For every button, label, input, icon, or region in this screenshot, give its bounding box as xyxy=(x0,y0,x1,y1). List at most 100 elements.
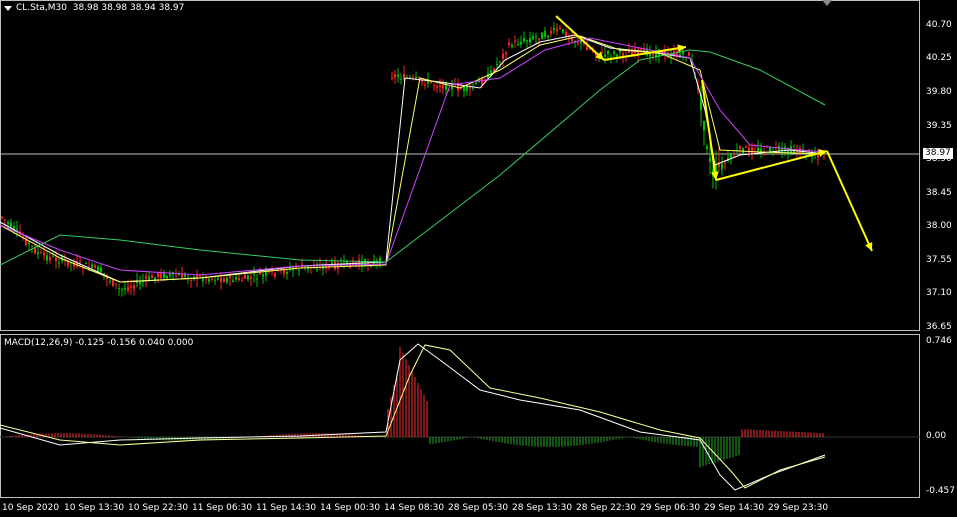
candle-body xyxy=(748,147,750,153)
candle-body xyxy=(475,82,477,84)
candle-body xyxy=(37,252,39,254)
candle-body xyxy=(151,275,153,279)
candle-body xyxy=(724,162,726,164)
candle-body xyxy=(274,273,276,277)
candle-body xyxy=(805,154,807,156)
candle-body xyxy=(220,277,222,283)
time-tick-label: 14 Sep 08:30 xyxy=(384,503,445,513)
candle-body xyxy=(79,261,81,263)
candle-body xyxy=(460,88,462,90)
candle-body xyxy=(253,273,255,275)
candle-body xyxy=(46,255,48,261)
price-tick-label: 39.35 xyxy=(926,121,952,131)
candle-body xyxy=(532,36,534,40)
time-tick-label: 10 Sep 2020 xyxy=(2,503,60,513)
candle-body xyxy=(40,252,42,254)
macd-tick-label: -0.457 xyxy=(926,486,956,496)
candle-body xyxy=(94,265,96,268)
arrow-up-2-shaft xyxy=(715,150,828,181)
candle-body xyxy=(472,87,474,89)
candle-body xyxy=(751,147,753,154)
time-tick-label: 29 Sep 23:30 xyxy=(768,503,829,513)
candle-body xyxy=(31,245,33,247)
candle-body xyxy=(391,77,393,79)
candle-body xyxy=(604,54,606,57)
candle-body xyxy=(670,55,672,57)
candle-body xyxy=(139,281,141,284)
time-tick-label: 29 Sep 06:30 xyxy=(640,503,701,513)
candle-body xyxy=(601,51,603,53)
candle-body xyxy=(85,262,87,264)
candle-body xyxy=(538,38,540,40)
candle-body xyxy=(211,278,213,280)
candle-body xyxy=(247,275,249,280)
candle-body xyxy=(562,29,564,33)
candle-body xyxy=(145,276,147,280)
candle-body xyxy=(49,257,51,261)
candle-body xyxy=(217,277,219,280)
candle-body xyxy=(490,70,492,73)
candle-body xyxy=(199,275,201,277)
time-tick-label: 14 Sep 00:30 xyxy=(320,503,381,513)
scroll-shift-icon[interactable] xyxy=(822,0,832,6)
time-tick-label: 28 Sep 05:30 xyxy=(448,503,509,513)
price-chart[interactable] xyxy=(0,0,957,517)
macd-tick-label: 0.746 xyxy=(926,336,952,346)
candle-body xyxy=(283,269,285,274)
price-tick-label: 38.45 xyxy=(926,188,952,198)
candle-body xyxy=(130,285,132,288)
candle-body xyxy=(757,147,759,152)
candle-body xyxy=(286,271,288,274)
candle-body xyxy=(415,76,417,79)
arrow-down-3-shaft xyxy=(826,150,873,252)
ma-long-line xyxy=(0,49,826,266)
moving-averages-layer xyxy=(0,34,826,283)
candle-body xyxy=(121,288,123,290)
candle-body xyxy=(703,120,705,131)
price-tick-label: 38.00 xyxy=(926,221,952,231)
time-tick-label: 28 Sep 13:30 xyxy=(512,503,573,513)
candle-body xyxy=(394,74,396,78)
candle-body xyxy=(721,163,723,170)
candle-body xyxy=(586,46,588,51)
candle-body xyxy=(229,275,231,279)
candle-body xyxy=(226,277,228,283)
macd-tick-label: 0.00 xyxy=(926,431,947,441)
candle-body xyxy=(232,280,234,283)
candle-body xyxy=(160,273,162,279)
candle-body xyxy=(91,264,93,268)
candle-body xyxy=(244,275,246,279)
candle-body xyxy=(376,260,378,262)
candle-body xyxy=(544,30,546,37)
candle-body xyxy=(502,53,504,59)
candle-body xyxy=(163,272,165,278)
candles-layer xyxy=(1,22,825,297)
candle-body xyxy=(202,278,204,282)
candle-body xyxy=(34,247,36,254)
candle-body xyxy=(577,42,579,44)
candle-body xyxy=(43,252,45,256)
candle-body xyxy=(55,257,57,262)
candle-body xyxy=(265,271,267,276)
candle-body xyxy=(325,263,327,269)
candle-body xyxy=(556,28,558,32)
candle-body xyxy=(133,285,135,289)
price-tick-label: 40.25 xyxy=(926,53,952,63)
candle-body xyxy=(514,40,516,42)
candle-body xyxy=(559,27,561,29)
candle-body xyxy=(652,53,654,56)
macd-header: MACD(12,26,9) -0.125 -0.156 0.040 0.000 xyxy=(4,338,194,348)
candle-body xyxy=(511,44,513,48)
candle-body xyxy=(112,279,114,287)
candle-body xyxy=(175,275,177,277)
candle-body xyxy=(745,146,747,148)
price-tick-label: 39.80 xyxy=(926,87,952,97)
candle-body xyxy=(547,35,549,38)
candle-body xyxy=(4,219,6,221)
candle-body xyxy=(235,277,237,280)
price-tick-label: 37.55 xyxy=(926,255,952,265)
candle-body xyxy=(508,42,510,46)
collapse-triangle-icon[interactable] xyxy=(4,6,12,11)
candle-body xyxy=(616,54,618,57)
time-tick-label: 11 Sep 06:30 xyxy=(192,503,253,513)
